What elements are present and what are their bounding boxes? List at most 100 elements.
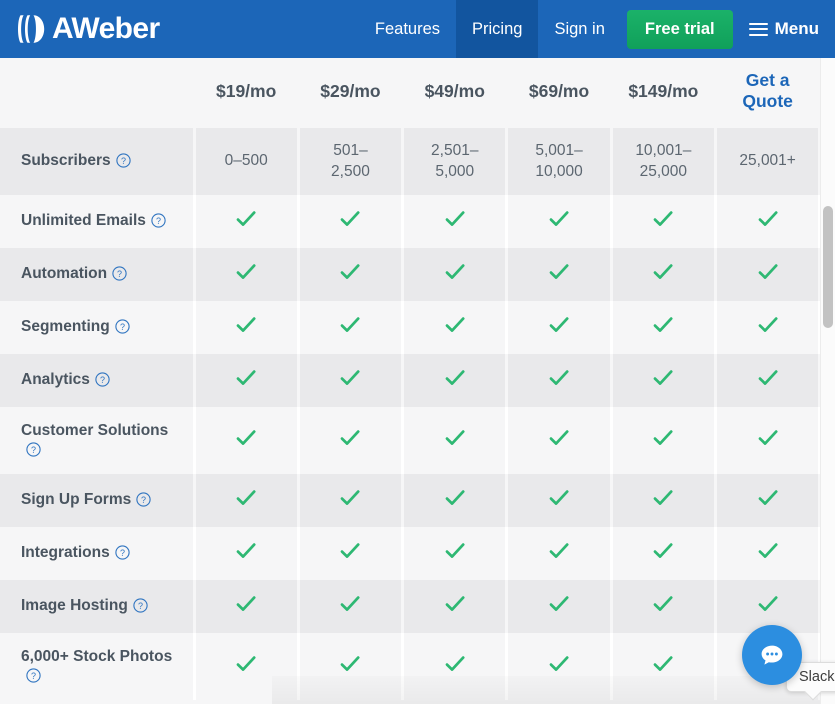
feature-value-cell [192, 633, 300, 700]
feature-value-cell [609, 248, 717, 301]
get-a-quote-link[interactable]: Get a Quote [719, 70, 815, 111]
help-circle-icon[interactable]: ? [26, 668, 41, 683]
table-row: 6,000+ Stock Photos? [0, 633, 820, 700]
help-circle-icon[interactable]: ? [112, 266, 127, 281]
free-trial-button[interactable]: Free trial [626, 9, 733, 49]
checkmark-icon [235, 427, 257, 449]
feature-value-cell [401, 248, 509, 301]
feature-value-cell [609, 527, 717, 580]
checkmark-icon [757, 208, 779, 230]
feature-value-cell [609, 354, 717, 407]
svg-text:?: ? [100, 375, 105, 385]
plan-price-row: $19/mo $29/mo $49/mo $69/mo $149/mo Get … [0, 58, 820, 128]
help-circle-icon[interactable]: ? [136, 492, 151, 507]
feature-label: Automation [21, 265, 108, 283]
page-root: AWeber Features Pricing Sign in Free tri… [0, 0, 835, 704]
help-circle-icon[interactable]: ? [115, 153, 131, 168]
checkmark-icon [652, 261, 674, 283]
brand-logo[interactable]: AWeber [0, 0, 160, 58]
checkmark-icon [548, 427, 570, 449]
feature-label: Image Hosting [21, 597, 128, 615]
checkmark-icon [548, 487, 570, 509]
feature-value-cell [505, 633, 613, 700]
aweber-logo-icon [14, 12, 48, 46]
feature-value-cell [609, 474, 717, 527]
feature-label: Segmenting [21, 318, 110, 336]
subscribers-value-3: 2,501– 5,000 [401, 128, 509, 195]
feature-value-cell [401, 633, 509, 700]
feature-value-cell [296, 354, 405, 407]
checkmark-icon [652, 540, 674, 562]
vertical-scrollbar[interactable] [820, 58, 835, 704]
subscribers-value-2: 501– 2,500 [296, 128, 405, 195]
feature-value-cell [192, 248, 300, 301]
feature-value-cell [192, 195, 300, 248]
scrollbar-thumb[interactable] [823, 206, 833, 328]
help-circle-icon[interactable]: ? [115, 319, 130, 334]
checkmark-icon [235, 314, 257, 336]
checkmark-icon [339, 593, 361, 615]
feature-label-cell: Customer Solutions? [0, 407, 196, 474]
checkmark-icon [444, 208, 466, 230]
feature-label-cell: Segmenting? [0, 301, 196, 354]
checkmark-icon [757, 261, 779, 283]
feature-label-cell: Image Hosting? [0, 580, 196, 633]
checkmark-icon [652, 427, 674, 449]
svg-text:?: ? [156, 216, 161, 226]
help-circle-icon[interactable]: ? [95, 372, 110, 387]
checkmark-icon [235, 593, 257, 615]
feature-label: Customer Solutions [21, 422, 169, 440]
hamburger-icon [748, 22, 768, 36]
nav-item-sign-in[interactable]: Sign in [538, 0, 620, 58]
feature-value-cell [192, 354, 300, 407]
feature-value-cell [296, 527, 405, 580]
feature-value-cell [192, 527, 300, 580]
checkmark-icon [339, 314, 361, 336]
feature-value-cell [296, 407, 405, 474]
header-blank-cell [0, 58, 194, 128]
subscribers-value-5: 10,001– 25,000 [609, 128, 717, 195]
help-circle-icon[interactable]: ? [115, 545, 130, 560]
subscribers-label-cell: Subscribers? [0, 128, 196, 195]
feature-value-cell [609, 407, 717, 474]
svg-text:?: ? [138, 601, 143, 611]
help-circle-icon[interactable]: ? [26, 442, 41, 457]
menu-button-label: Menu [774, 19, 819, 38]
table-row: Sign Up Forms? [0, 474, 820, 527]
checkmark-icon [548, 314, 570, 336]
feature-value-cell [192, 580, 300, 633]
feature-label-cell: Unlimited Emails? [0, 195, 196, 248]
checkmark-icon [339, 540, 361, 562]
table-row: Segmenting? [0, 301, 820, 354]
feature-value-cell [713, 474, 820, 527]
checkmark-icon [652, 593, 674, 615]
checkmark-icon [548, 261, 570, 283]
checkmark-icon [444, 487, 466, 509]
checkmark-icon [757, 540, 779, 562]
feature-value-cell [505, 354, 613, 407]
checkmark-icon [444, 261, 466, 283]
feature-label: Unlimited Emails [21, 212, 146, 230]
feature-value-cell [401, 474, 509, 527]
feature-label: Analytics [21, 371, 90, 389]
feature-value-cell [296, 301, 405, 354]
checkmark-icon [757, 427, 779, 449]
help-circle-icon[interactable]: ? [151, 213, 166, 228]
checkmark-icon [339, 261, 361, 283]
feature-value-cell [713, 407, 820, 474]
pricing-comparison-table: $19/mo $29/mo $49/mo $69/mo $149/mo Get … [0, 58, 820, 700]
feature-value-cell [713, 301, 820, 354]
help-circle-icon[interactable]: ? [133, 598, 148, 613]
nav-item-features[interactable]: Features [359, 0, 456, 58]
checkmark-icon [444, 427, 466, 449]
checkmark-icon [757, 314, 779, 336]
feature-value-cell [609, 301, 717, 354]
feature-value-cell [505, 407, 613, 474]
top-navigation-bar: AWeber Features Pricing Sign in Free tri… [0, 0, 835, 58]
table-row: Image Hosting? [0, 580, 820, 633]
plan-price-1: $19/mo [194, 58, 299, 128]
menu-button[interactable]: Menu [739, 0, 835, 58]
chat-launcher-button[interactable] [742, 625, 802, 685]
nav-item-pricing[interactable]: Pricing [456, 0, 539, 58]
checkmark-icon [548, 540, 570, 562]
